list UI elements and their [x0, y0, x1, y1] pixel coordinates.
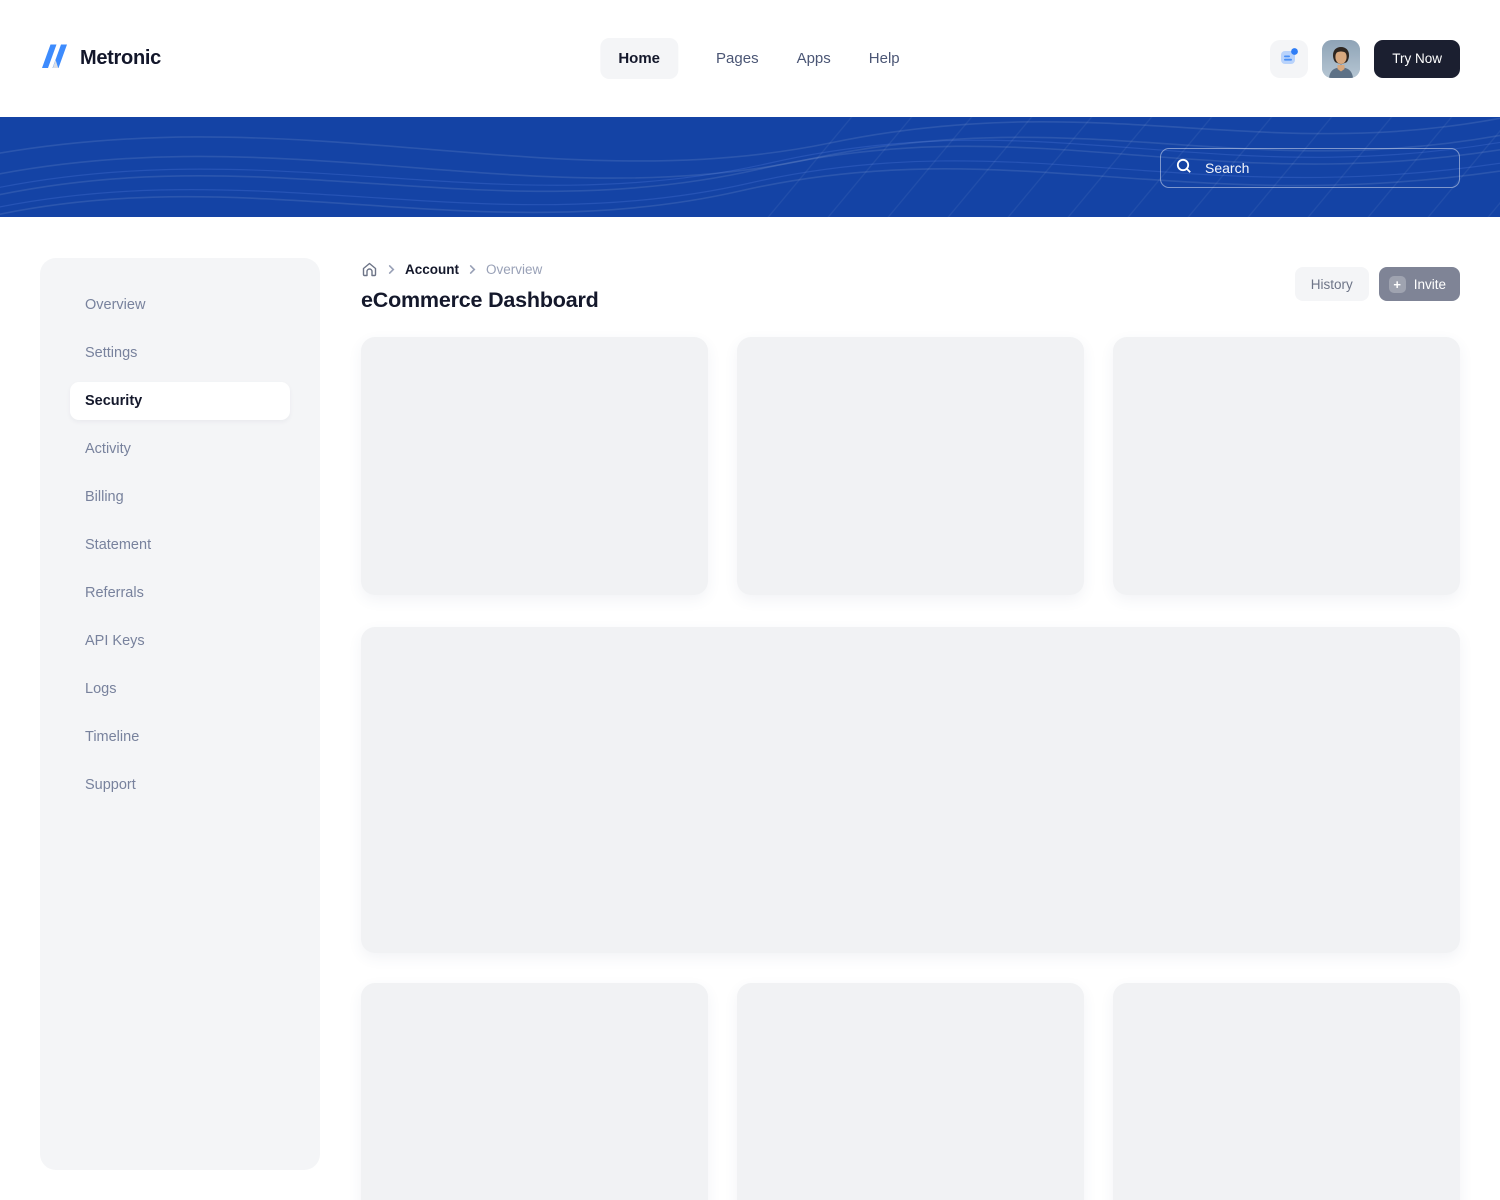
history-button[interactable]: History — [1295, 267, 1369, 301]
sidebar-item-referrals[interactable]: Referrals — [70, 569, 290, 617]
invite-button[interactable]: + Invite — [1379, 267, 1460, 301]
header-actions: Try Now — [1270, 0, 1460, 117]
home-icon[interactable] — [361, 261, 378, 278]
placeholder-card — [737, 337, 1084, 595]
notification-icon — [1278, 46, 1300, 71]
metronic-logo-icon — [40, 41, 70, 76]
breadcrumb: Account Overview — [361, 261, 542, 278]
try-now-button[interactable]: Try Now — [1374, 40, 1460, 78]
sidebar-item-overview[interactable]: Overview — [70, 281, 290, 329]
nav-item-pages[interactable]: Pages — [716, 50, 759, 67]
notification-button[interactable] — [1270, 40, 1308, 78]
search-icon — [1175, 157, 1193, 180]
chevron-right-icon — [387, 262, 396, 277]
breadcrumb-account[interactable]: Account — [405, 262, 459, 277]
placeholder-card — [361, 983, 708, 1200]
invite-button-label: Invite — [1414, 277, 1446, 292]
search-box[interactable] — [1160, 148, 1460, 188]
sidebar-item-timeline[interactable]: Timeline — [70, 713, 290, 761]
sidebar-item-activity[interactable]: Activity — [70, 425, 290, 473]
sidebar-item-security[interactable]: Security — [70, 382, 290, 420]
brand-name: Metronic — [80, 47, 161, 70]
nav-item-help[interactable]: Help — [869, 50, 900, 67]
placeholder-card — [361, 337, 708, 595]
placeholder-card-wide — [361, 627, 1460, 953]
avatar[interactable] — [1322, 40, 1360, 78]
main-nav: Home Pages Apps Help — [600, 38, 899, 79]
sidebar-item-statement[interactable]: Statement — [70, 521, 290, 569]
sidebar-item-billing[interactable]: Billing — [70, 473, 290, 521]
nav-item-apps[interactable]: Apps — [797, 50, 831, 67]
plus-icon: + — [1389, 276, 1406, 293]
placeholder-card — [1113, 983, 1460, 1200]
placeholder-card — [737, 983, 1084, 1200]
page-actions: History + Invite — [1295, 267, 1460, 301]
search-input[interactable] — [1205, 160, 1445, 176]
account-sidebar: Overview Settings Security Activity Bill… — [40, 258, 320, 1170]
page-title: eCommerce Dashboard — [361, 288, 599, 313]
app-window: Metronic Home Pages Apps Help — [0, 0, 1500, 1200]
top-header: Metronic Home Pages Apps Help — [0, 0, 1500, 117]
brand-logo[interactable]: Metronic — [40, 0, 161, 117]
sidebar-item-settings[interactable]: Settings — [70, 329, 290, 377]
chevron-right-icon — [468, 262, 477, 277]
sidebar-item-support[interactable]: Support — [70, 761, 290, 809]
hero-banner — [0, 117, 1500, 217]
sidebar-item-logs[interactable]: Logs — [70, 665, 290, 713]
breadcrumb-overview: Overview — [486, 262, 542, 277]
sidebar-item-api-keys[interactable]: API Keys — [70, 617, 290, 665]
placeholder-card — [1113, 337, 1460, 595]
nav-item-home[interactable]: Home — [600, 38, 678, 79]
